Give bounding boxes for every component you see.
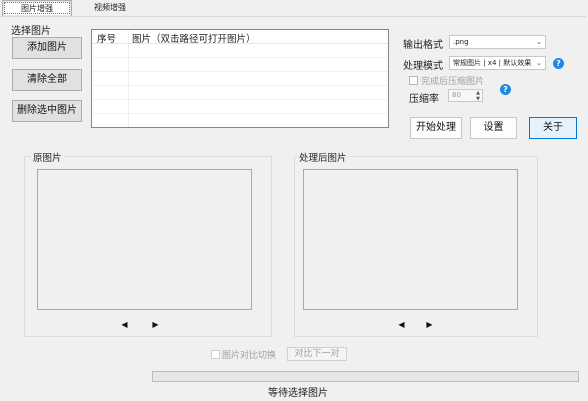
settings-button[interactable]: 设置 (470, 117, 517, 139)
chevron-down-icon: ⌄ (536, 38, 542, 46)
list-row-line (92, 71, 388, 72)
select-images-title: 选择图片 (11, 26, 51, 37)
list-header: 序号 图片（双击路径可打开图片） (92, 30, 388, 45)
previous-arrow-icon[interactable]: ◀ (396, 319, 407, 330)
status-text: 等待选择图片 (268, 388, 328, 399)
list-row-line (92, 85, 388, 86)
progress-bar (152, 371, 579, 382)
compress-ratio-spinner[interactable]: 80 ▲ ▼ (448, 89, 483, 102)
image-file-list[interactable]: 序号 图片（双击路径可打开图片） (91, 29, 389, 128)
compress-ratio-value: 80 (452, 91, 461, 99)
column-header-index[interactable]: 序号 (97, 31, 116, 45)
chevron-down-icon: ⌄ (536, 57, 542, 69)
spinner-arrows-icon[interactable]: ▲ ▼ (476, 90, 480, 102)
processed-image-preview[interactable] (303, 169, 518, 310)
processing-mode-value: 常规图片 | x4 | 默认效果 (453, 59, 532, 67)
help-icon[interactable]: ? (553, 58, 564, 69)
column-header-image[interactable]: 图片（双击路径可打开图片） (132, 31, 256, 45)
list-row-line (92, 99, 388, 100)
about-button[interactable]: 关于 (529, 117, 577, 139)
compare-toggle-checkbox[interactable] (211, 350, 220, 359)
remove-selected-button[interactable]: 删除选中图片 (12, 100, 82, 122)
list-row-line (92, 113, 388, 114)
processing-mode-select[interactable]: 常规图片 | x4 | 默认效果 ⌄ (449, 56, 546, 70)
start-processing-button[interactable]: 开始处理 (410, 117, 462, 139)
compress-after-checkbox[interactable] (409, 76, 418, 85)
previous-arrow-icon[interactable]: ◀ (119, 319, 130, 330)
next-arrow-icon[interactable]: ▶ (150, 319, 161, 330)
output-format-select[interactable]: .png ⌄ (449, 35, 546, 49)
compress-after-label: 完成后压缩图片 (421, 77, 485, 87)
list-row-line (92, 57, 388, 58)
clear-all-button[interactable]: 清除全部 (12, 69, 82, 91)
compress-ratio-label: 压缩率 (409, 94, 439, 105)
compare-next-pair-button[interactable]: 对比下一对 (287, 347, 347, 361)
help-icon[interactable]: ? (500, 84, 511, 95)
add-images-button[interactable]: 添加图片 (12, 37, 82, 59)
processed-image-title: 处理后图片 (297, 150, 349, 164)
tab-video-enhance[interactable]: 视频增强 (80, 0, 140, 15)
processing-mode-label: 处理模式 (403, 61, 443, 72)
tab-image-enhance[interactable]: 图片增强 (2, 0, 72, 16)
original-image-title: 原图片 (31, 150, 64, 164)
original-image-preview[interactable] (37, 169, 252, 310)
tab-strip: 图片增强 视频增强 (0, 0, 588, 16)
output-format-label: 输出格式 (403, 40, 443, 51)
compare-toggle-label: 图片对比切换 (222, 351, 277, 361)
next-arrow-icon[interactable]: ▶ (424, 319, 435, 330)
output-format-value: .png (453, 38, 469, 46)
